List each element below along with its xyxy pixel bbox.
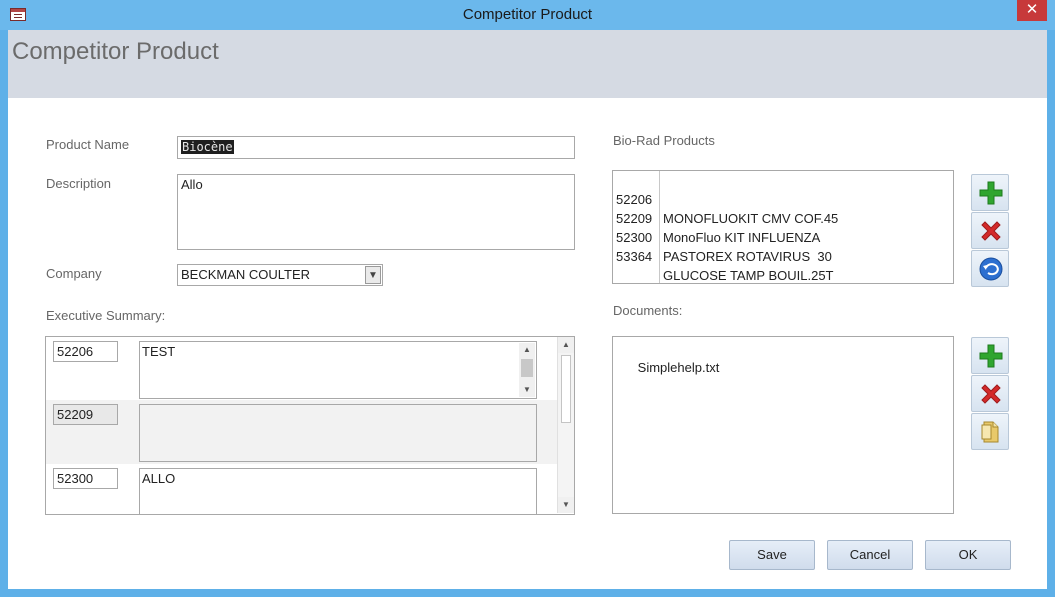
window-title: Competitor Product [462,6,593,23]
subform-scrollbar[interactable]: ▲ ▼ [557,337,574,513]
add-product-button[interactable] [971,174,1009,211]
product-name-input[interactable]: Biocène [177,136,575,159]
scroll-down-icon[interactable]: ▼ [519,383,535,397]
plus-icon [979,344,1003,368]
biorad-products-list[interactable]: 52206 MONOFLUOKIT CMV COF.45 52209 MonoF… [612,170,954,284]
exec-summary-text: TEST [142,344,176,359]
save-button[interactable]: Save [729,540,815,570]
exec-summary-text-field[interactable]: ALLO [139,468,537,514]
product-name: GLUCOSE TAMP BOUIL.25T [663,268,834,283]
scroll-down-icon[interactable]: ▼ [558,497,574,513]
exec-summary-row: 52209 [46,400,558,464]
document-name: Simplehelp.txt [637,360,720,375]
exec-summary-id-field[interactable]: 52206 [53,341,118,362]
chevron-down-icon[interactable]: ▼ [365,266,381,284]
list-item[interactable]: 52300 PASTOREX ROTAVIRUS 30 [613,209,953,264]
scroll-up-icon[interactable]: ▲ [558,337,574,353]
product-name-value: Biocène [181,140,234,154]
undo-product-button[interactable] [971,250,1009,287]
exec-summary-text-field[interactable] [139,404,537,462]
delete-x-icon [981,384,1001,404]
description-input[interactable]: Allo [177,174,575,250]
plus-icon [979,181,1003,205]
documents-label: Documents: [613,303,683,318]
company-label: Company [46,266,102,281]
text-scrollbar[interactable]: ▲ ▼ [519,343,535,397]
list-item[interactable]: 52209 MonoFluo KIT INFLUENZA [613,190,953,245]
list-item[interactable]: 52206 MONOFLUOKIT CMV COF.45 [613,171,953,226]
form-header: Competitor Product [8,30,1047,98]
company-value: BECKMAN COULTER [181,267,311,282]
biorad-products-label: Bio-Rad Products [613,133,715,148]
exec-summary-text-field[interactable]: TEST ▲ ▼ [139,341,537,399]
product-code: 53364 [616,249,653,264]
list-item[interactable]: 53364 GLUCOSE TAMP BOUIL.25T [613,228,953,283]
remove-product-button[interactable] [971,212,1009,249]
documents-list[interactable]: Simplehelp.txt [612,336,954,514]
description-label: Description [46,176,112,191]
scroll-thumb[interactable] [561,355,571,423]
form-title: Competitor Product [12,38,219,65]
product-name-label: Product Name [46,137,130,152]
scroll-up-icon[interactable]: ▲ [519,343,535,357]
close-button[interactable]: ✕ [1017,0,1047,21]
title-bar: Competitor Product ✕ [0,0,1055,30]
remove-document-button[interactable] [971,375,1009,412]
document-icon [981,421,999,443]
cancel-button[interactable]: Cancel [827,540,913,570]
exec-summary-id-field[interactable]: 52300 [53,468,118,489]
exec-summary-id-field[interactable]: 52209 [53,404,118,425]
company-combo[interactable]: BECKMAN COULTER ▼ [177,264,383,286]
undo-icon [979,257,1003,281]
ok-button[interactable]: OK [925,540,1011,570]
open-document-button[interactable] [971,413,1009,450]
form-client-area: Competitor Product Product Name Biocène … [8,30,1047,589]
exec-summary-label: Executive Summary: [46,308,166,323]
exec-summary-subform: 52206 TEST ▲ ▼ 52209 52300 ALLO ▲ ▼ [45,336,575,515]
list-item[interactable]: Simplehelp.txt [616,339,950,375]
exec-summary-row: 52300 ALLO [46,464,558,514]
exec-summary-row: 52206 TEST ▲ ▼ [46,337,558,401]
add-document-button[interactable] [971,337,1009,374]
scroll-thumb[interactable] [521,359,533,377]
delete-x-icon [981,221,1001,241]
product-name: PASTOREX ROTAVIRUS 30 [663,249,832,264]
